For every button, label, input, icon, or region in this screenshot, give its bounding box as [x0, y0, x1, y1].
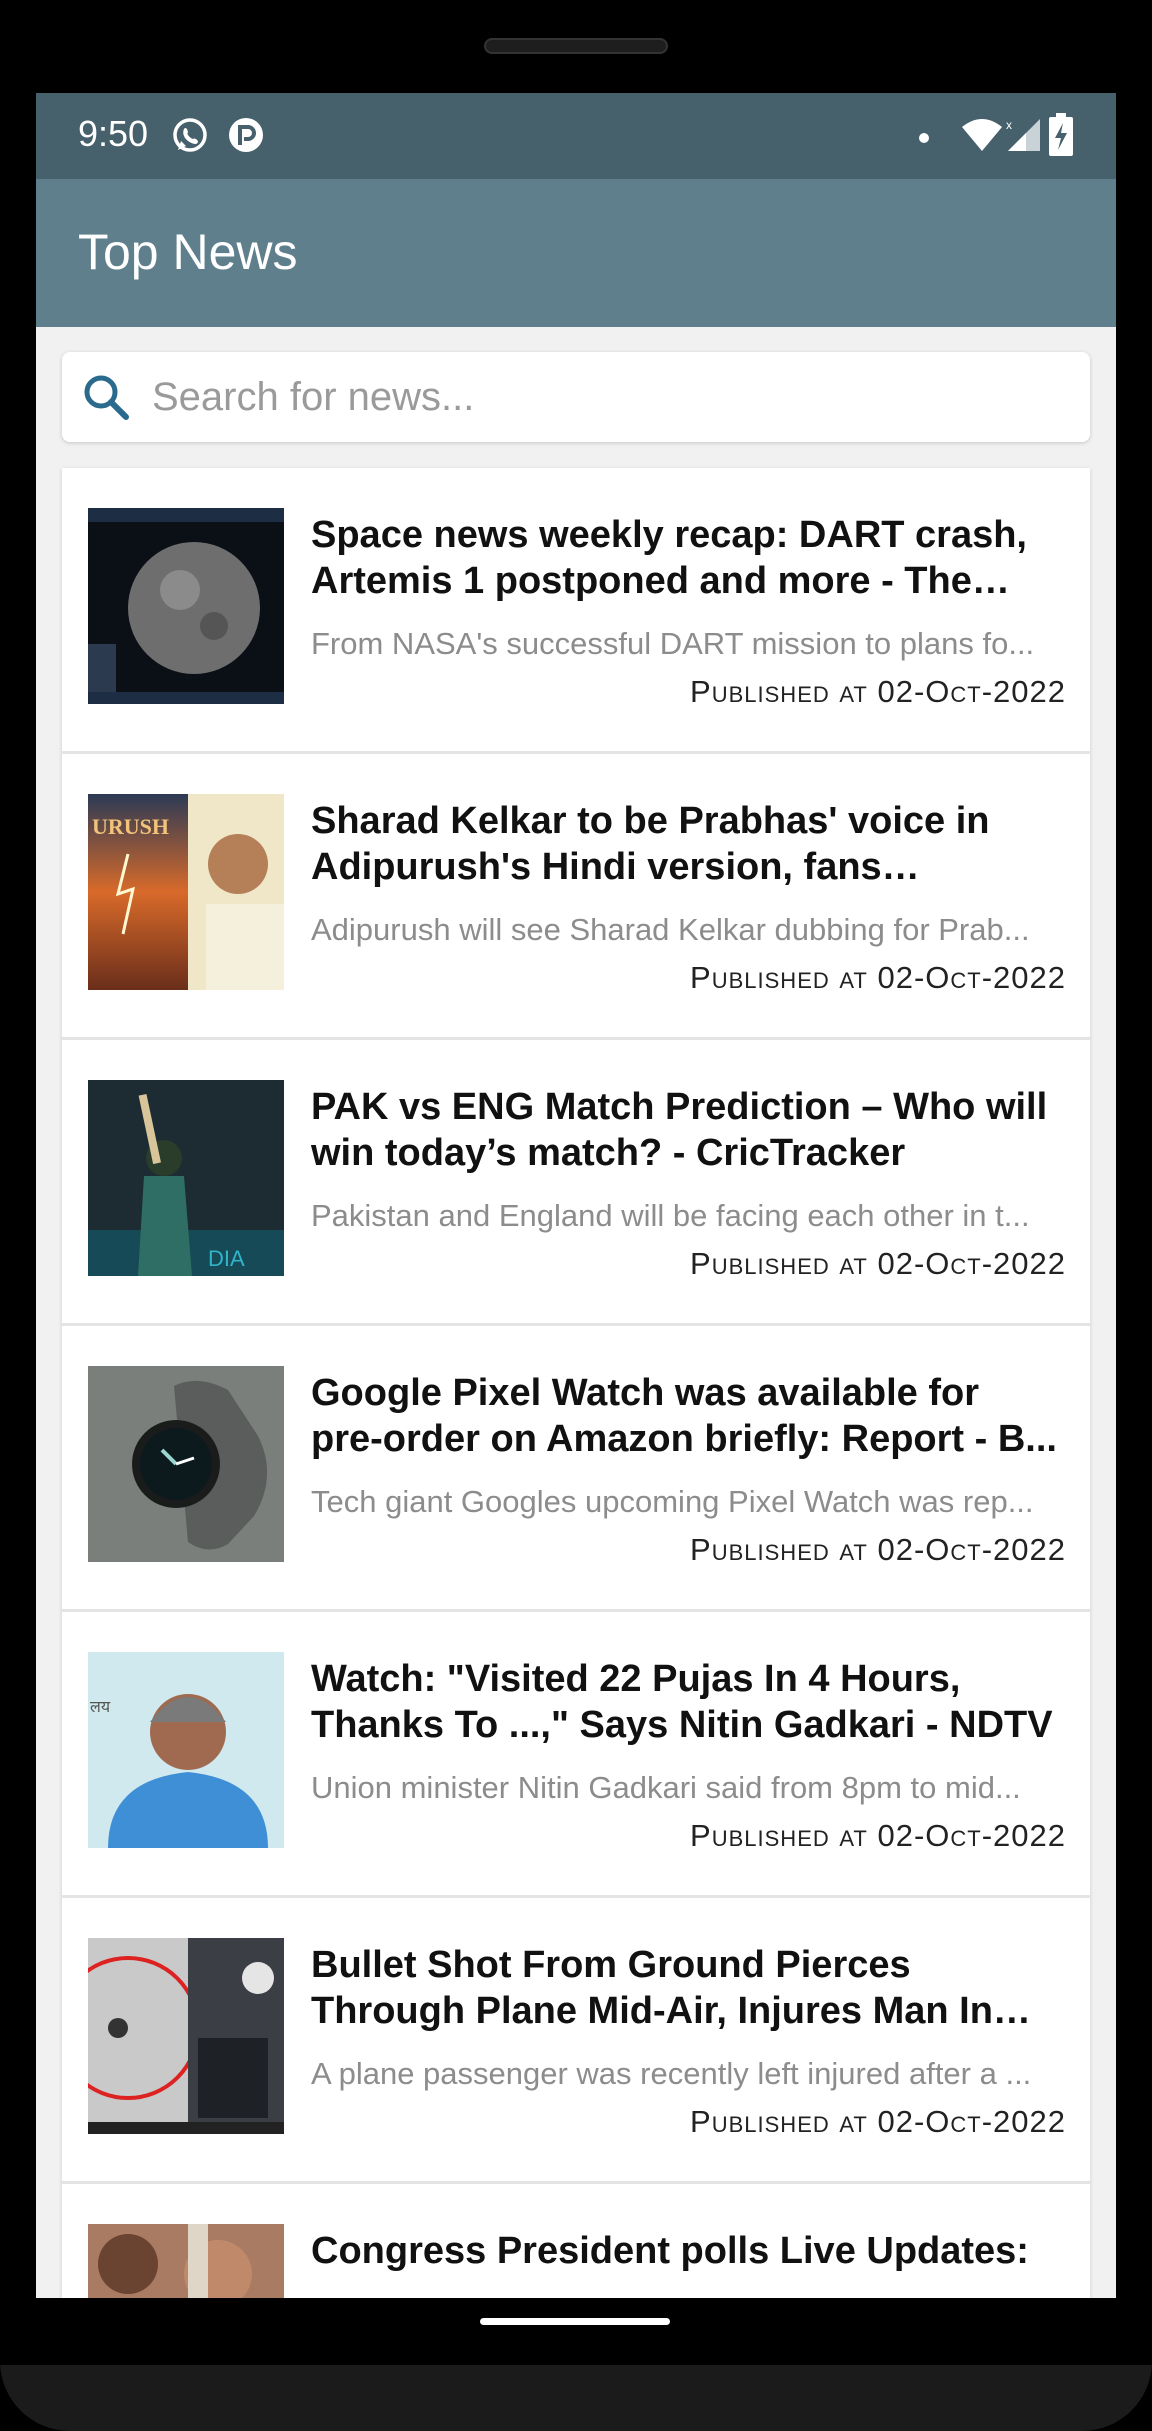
earpiece-speaker [484, 38, 668, 54]
article-thumbnail [88, 1938, 284, 2134]
article-description: Tech giant Googles upcoming Pixel Watch … [311, 1484, 1034, 1519]
article-title: Space news weekly recap: DART crash, Art… [311, 514, 1027, 602]
status-time: 9:50 [78, 113, 149, 154]
svg-text:DIA: DIA [208, 1246, 245, 1271]
news-card[interactable]: Google Pixel Watch was available for pre… [62, 1326, 1090, 1612]
svg-text:URUSH: URUSH [92, 814, 169, 839]
news-card[interactable]: Bullet Shot From Ground Pierces Through … [62, 1898, 1090, 2184]
article-published-date: Published at 02-Oct-2022 [690, 2104, 1066, 2139]
news-card[interactable]: Congress President polls Live Updates: [62, 2184, 1090, 2298]
article-description: A plane passenger was recently left inju… [311, 2056, 1032, 2091]
article-title: Google Pixel Watch was available for pre… [311, 1372, 1057, 1460]
article-title: PAK vs ENG Match Prediction – Who will w… [311, 1086, 1048, 1174]
article-thumbnail [88, 2224, 284, 2298]
signal-icon: x [1006, 117, 1042, 158]
article-published-date: Published at 02-Oct-2022 [690, 960, 1066, 995]
page-title: Top News [78, 224, 298, 280]
article-title: Bullet Shot From Ground Pierces Through … [311, 1944, 993, 2032]
wifi-icon [960, 117, 1004, 158]
bottom-bezel [0, 2365, 1152, 2431]
news-card[interactable]: DIA PAK vs ENG Match Prediction – Who wi… [62, 1040, 1090, 1326]
article-thumbnail: DIA [88, 1080, 284, 1276]
whatsapp-icon [170, 115, 210, 160]
news-list[interactable]: Space news weekly recap: DART crash, Art… [62, 468, 1090, 2298]
article-description: Adipurush will see Sharad Kelkar dubbing… [311, 912, 1030, 947]
status-bar: 9:50 x [36, 93, 1116, 179]
app-notification-icon [226, 115, 266, 160]
article-thumbnail [88, 508, 284, 704]
phone-frame: 9:50 x Top News Search for news... Space… [0, 0, 1152, 2431]
search-input[interactable] [150, 366, 1054, 428]
article-description: Pakistan and England will be facing each… [311, 1198, 1030, 1233]
news-card[interactable]: Space news weekly recap: DART crash, Art… [62, 468, 1090, 754]
article-title: Watch: "Visited 22 Pujas In 4 Hours, Tha… [311, 1658, 1053, 1746]
battery-charging-icon [1048, 113, 1074, 162]
article-thumbnail [88, 1366, 284, 1562]
article-published-date: Published at 02-Oct-2022 [690, 1532, 1066, 1567]
article-title: Congress President polls Live Updates: [311, 2230, 1029, 2272]
app-bar: Top News [36, 179, 1116, 327]
news-card[interactable]: URUSH Sharad Kelkar to be Prabhas' voice… [62, 754, 1090, 1040]
svg-text:लय: लय [90, 1699, 111, 1716]
home-gesture-handle[interactable] [480, 2318, 670, 2325]
dot-icon [918, 131, 930, 149]
svg-text:x: x [1006, 118, 1012, 132]
article-thumbnail: URUSH [88, 794, 284, 990]
article-title: Sharad Kelkar to be Prabhas' voice in Ad… [311, 800, 990, 888]
article-description: Union minister Nitin Gadkari said from 8… [311, 1770, 1021, 1805]
news-card[interactable]: लय Watch: "Visited 22 Pujas In 4 Hours, … [62, 1612, 1090, 1898]
screen: 9:50 x Top News Search for news... Space… [36, 93, 1116, 2298]
article-description: From NASA's successful DART mission to p… [311, 626, 1035, 661]
article-published-date: Published at 02-Oct-2022 [690, 1246, 1066, 1281]
article-published-date: Published at 02-Oct-2022 [690, 1818, 1066, 1853]
article-thumbnail: लय [88, 1652, 284, 1848]
search-bar[interactable] [62, 352, 1090, 442]
article-published-date: Published at 02-Oct-2022 [690, 674, 1066, 709]
search-icon[interactable] [80, 371, 132, 428]
